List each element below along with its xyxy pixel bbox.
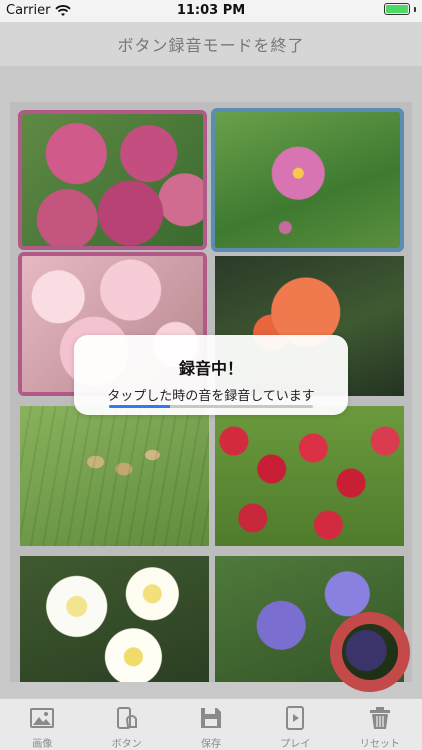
nav-bar: ボタン録音モードを終了 (0, 22, 422, 66)
status-bar: Carrier 11:03 PM (0, 0, 422, 22)
tab-reset[interactable]: リセット (338, 699, 422, 750)
image-tile-chrysanthemum[interactable] (20, 556, 209, 682)
tab-image-label: 画像 (32, 739, 53, 750)
image-tile-hydrangea[interactable] (18, 110, 207, 250)
image-tile-cosmos[interactable] (211, 108, 404, 252)
hydrangea-image (22, 114, 203, 246)
recording-dialog-message: タップした時の音を録音しています (107, 389, 315, 404)
tab-save[interactable]: 保存 (169, 699, 253, 750)
image-tile-tulips[interactable] (215, 406, 404, 546)
horsetail-image (20, 406, 209, 546)
tab-bar: 画像 ボタン 保存 プレイ リセット (0, 698, 422, 750)
recording-progress-bar (109, 405, 313, 408)
trash-icon (369, 707, 390, 729)
recording-dialog: 録音中！ タップした時の音を録音しています (74, 335, 348, 415)
record-ring-icon[interactable] (330, 612, 410, 692)
recording-progress-fill (109, 405, 171, 408)
save-icon (201, 708, 222, 728)
tab-play[interactable]: プレイ (253, 699, 337, 750)
image-tile-horsetail[interactable] (20, 406, 209, 546)
cosmos-image (215, 112, 400, 248)
tulips-image (215, 406, 404, 546)
battery-icon (384, 3, 410, 15)
status-right (384, 3, 416, 15)
tab-play-label: プレイ (280, 739, 311, 750)
chrysanthemum-image (20, 556, 209, 682)
battery-cap (414, 6, 416, 12)
tab-image[interactable]: 画像 (0, 699, 84, 750)
status-time: 11:03 PM (176, 3, 246, 18)
tab-reset-label: リセット (359, 739, 400, 750)
recording-dialog-title: 録音中！ (178, 359, 243, 378)
image-icon (30, 708, 55, 728)
tab-save-label: 保存 (201, 739, 222, 750)
tab-button-label: ボタン (111, 739, 142, 750)
button-tap-icon (116, 707, 137, 729)
play-icon (286, 706, 305, 730)
tab-button[interactable]: ボタン (84, 699, 168, 750)
exit-button-record-mode[interactable]: ボタン録音モードを終了 (117, 32, 304, 56)
